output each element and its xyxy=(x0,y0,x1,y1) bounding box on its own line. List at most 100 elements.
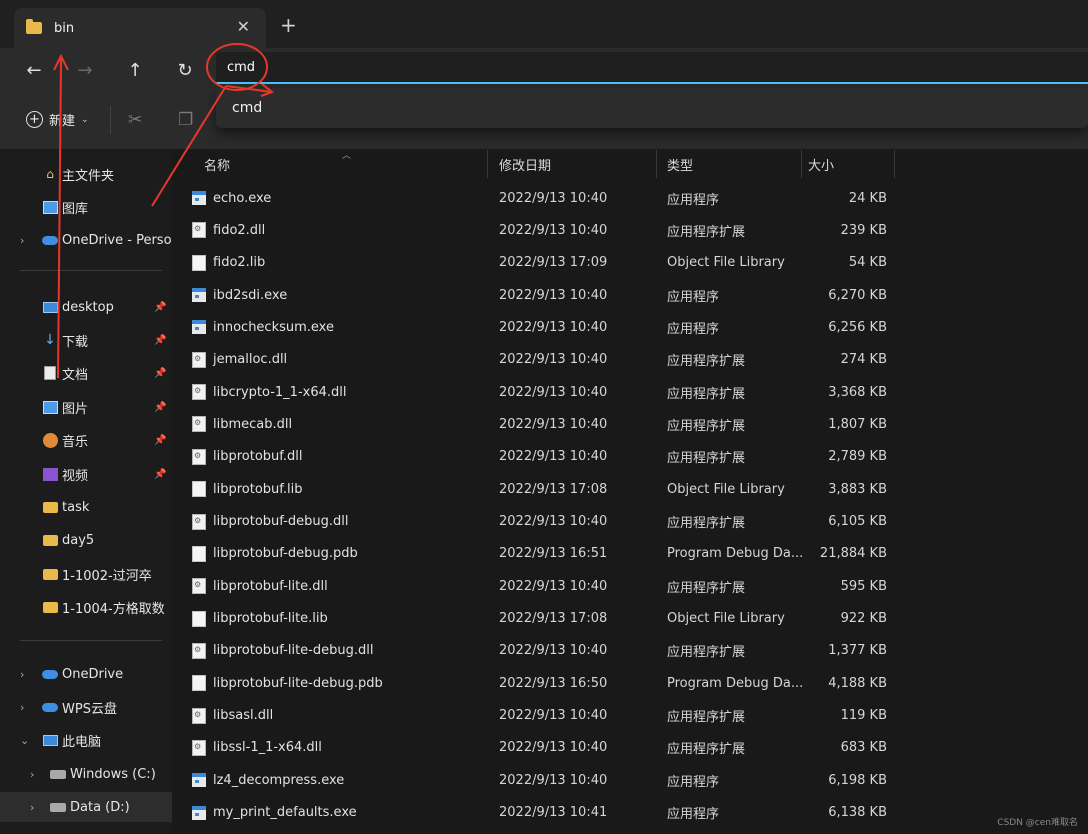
sidebar-item-drive-d[interactable]: › Data (D:) xyxy=(0,792,172,822)
file-date: 2022/9/13 10:40 xyxy=(499,384,608,400)
new-tab-button[interactable]: + xyxy=(280,13,297,37)
sidebar-item-gallery[interactable]: 图库 xyxy=(0,192,172,222)
file-row[interactable]: jemalloc.dll 2022/9/13 10:40 应用程序扩展 274 KB xyxy=(172,344,1088,376)
column-header-type[interactable]: 类型 xyxy=(667,150,693,178)
file-name: innochecksum.exe xyxy=(213,319,334,335)
column-divider[interactable] xyxy=(801,150,802,178)
gallery-icon xyxy=(42,200,58,214)
column-divider[interactable] xyxy=(894,150,895,178)
file-list: 名称 ︿ 修改日期 类型 大小 echo.exe 2022/9/13 10:40 应… xyxy=(172,150,1088,834)
desktop-icon xyxy=(42,300,58,314)
copy-icon[interactable]: ❐ xyxy=(178,110,193,130)
sidebar-item-desktop[interactable]: desktop 📌 xyxy=(0,292,172,322)
sidebar-item-day5[interactable]: day5 xyxy=(0,525,172,555)
tab-bin[interactable]: bin ✕ xyxy=(14,8,266,48)
file-row[interactable]: libprotobuf-debug.pdb 2022/9/13 16:51 Prog… xyxy=(172,538,1088,570)
sidebar-item-1-1004[interactable]: 1-1004-方格取数 xyxy=(0,592,172,622)
sidebar-item-home[interactable]: ⌂ 主文件夹 xyxy=(0,159,172,189)
address-bar-input[interactable]: cmd xyxy=(216,52,1088,84)
sidebar-item-task[interactable]: task xyxy=(0,492,172,522)
file-row[interactable]: libsasl.dll 2022/9/13 10:40 应用程序扩展 119 KB xyxy=(172,700,1088,732)
sidebar-item-this-pc[interactable]: ⌄ 此电脑 xyxy=(0,725,172,755)
file-row[interactable]: libcrypto-1_1-x64.dll 2022/9/13 10:40 应用程序… xyxy=(172,376,1088,408)
file-size: 54 KB xyxy=(848,255,887,271)
column-header-size[interactable]: 大小 xyxy=(808,150,834,178)
sidebar-item-onedrive-personal[interactable]: › OneDrive - Persor xyxy=(0,225,172,255)
sidebar-item-1-1002[interactable]: 1-1002-过河卒 xyxy=(0,559,172,589)
file-type: 应用程序扩展 xyxy=(667,516,746,531)
file-row[interactable]: my_print_defaults.exe 2022/9/13 10:41 应用程序… xyxy=(172,797,1088,829)
sidebar-item-documents[interactable]: 文档 📌 xyxy=(0,358,172,388)
cloud-drive-icon xyxy=(42,700,58,714)
file-date: 2022/9/13 10:40 xyxy=(499,319,608,335)
chevron-right-icon[interactable]: › xyxy=(20,668,24,681)
chevron-right-icon[interactable]: › xyxy=(20,701,24,714)
command-divider xyxy=(110,106,111,134)
file-name: jemalloc.dll xyxy=(213,352,288,368)
pin-icon: 📌 xyxy=(154,334,167,346)
sidebar-item-downloads[interactable]: ↓ 下载 📌 xyxy=(0,325,172,355)
file-row[interactable]: libmecab.dll 2022/9/13 10:40 应用程序扩展 1,807 K… xyxy=(172,408,1088,440)
exe-file-icon xyxy=(192,773,206,788)
file-name-cell: innochecksum.exe xyxy=(192,311,482,343)
tab-title: bin xyxy=(54,20,75,36)
file-row[interactable]: innochecksum.exe 2022/9/13 10:40 应用程序 6,256… xyxy=(172,311,1088,343)
column-header-date[interactable]: 修改日期 xyxy=(499,150,551,178)
dll-file-icon xyxy=(192,707,206,724)
chevron-right-icon[interactable]: › xyxy=(30,801,34,814)
file-size: 922 KB xyxy=(840,611,887,627)
column-divider[interactable] xyxy=(487,150,488,178)
back-button[interactable]: ← xyxy=(20,56,48,84)
sidebar-item-wps-cloud[interactable]: › WPS云盘 xyxy=(0,692,172,722)
file-name: libprotobuf-lite-debug.pdb xyxy=(213,675,383,691)
chevron-down-icon: ⌄ xyxy=(81,114,89,125)
file-row[interactable]: fido2.lib 2022/9/13 17:09 Object File Libr… xyxy=(172,247,1088,279)
file-row[interactable]: lz4_decompress.exe 2022/9/13 10:40 应用程序 6,1… xyxy=(172,764,1088,796)
address-suggestion-item[interactable]: cmd xyxy=(216,88,1088,128)
file-row[interactable]: libprotobuf-lite.lib 2022/9/13 17:08 Objec… xyxy=(172,603,1088,635)
file-row[interactable]: echo.exe 2022/9/13 10:40 应用程序 24 KB xyxy=(172,182,1088,214)
sidebar-item-videos[interactable]: 视频 📌 xyxy=(0,459,172,489)
sidebar-item-label: 图片 xyxy=(62,401,89,417)
forward-button[interactable]: → xyxy=(71,56,99,84)
refresh-button[interactable]: ↻ xyxy=(171,56,199,84)
sidebar-item-label: OneDrive xyxy=(62,666,124,682)
chevron-right-icon[interactable]: › xyxy=(30,768,34,781)
file-row[interactable]: libprotobuf-lite.dll 2022/9/13 10:40 应用程序扩… xyxy=(172,570,1088,602)
pin-icon: 📌 xyxy=(154,401,167,413)
cut-icon[interactable]: ✂ xyxy=(128,110,142,130)
file-size: 24 KB xyxy=(848,190,887,206)
file-date: 2022/9/13 16:51 xyxy=(499,546,608,562)
file-row[interactable]: libssl-1_1-x64.dll 2022/9/13 10:40 应用程序扩展 6… xyxy=(172,732,1088,764)
file-row[interactable]: ibd2sdi.exe 2022/9/13 10:40 应用程序 6,270 KB xyxy=(172,279,1088,311)
file-name-cell: libmecab.dll xyxy=(192,408,482,440)
file-name: libprotobuf-lite.lib xyxy=(213,611,328,627)
chevron-down-icon[interactable]: ⌄ xyxy=(20,734,29,747)
plus-circle-icon: + xyxy=(26,111,43,128)
sidebar-item-pictures[interactable]: 图片 📌 xyxy=(0,392,172,422)
navigation-bar: ← → ↑ ↻ cmd xyxy=(0,48,1088,92)
file-row[interactable]: fido2.dll 2022/9/13 10:40 应用程序扩展 239 KB xyxy=(172,214,1088,246)
sidebar-item-onedrive[interactable]: › OneDrive xyxy=(0,659,172,689)
sidebar-item-music[interactable]: 音乐 📌 xyxy=(0,425,172,455)
sidebar-item-drive-c[interactable]: › Windows (C:) xyxy=(0,759,172,789)
column-divider[interactable] xyxy=(656,150,657,178)
file-row[interactable]: libprotobuf-lite-debug.dll 2022/9/13 10:4… xyxy=(172,635,1088,667)
pin-icon: 📌 xyxy=(154,468,167,480)
file-type: Object File Library xyxy=(667,481,785,497)
new-button[interactable]: + 新建 ⌄ xyxy=(26,110,89,129)
new-button-label: 新建 xyxy=(49,114,76,129)
file-row[interactable]: libprotobuf.dll 2022/9/13 10:40 应用程序扩展 2,78… xyxy=(172,441,1088,473)
sidebar-item-label: WPS云盘 xyxy=(62,701,117,717)
file-name: libssl-1_1-x64.dll xyxy=(213,740,322,756)
file-row[interactable]: libprotobuf-lite-debug.pdb 2022/9/13 16:5… xyxy=(172,667,1088,699)
chevron-right-icon[interactable]: › xyxy=(20,234,24,247)
videos-icon xyxy=(42,467,58,481)
file-row[interactable]: libprotobuf-debug.dll 2022/9/13 10:40 应用程序… xyxy=(172,506,1088,538)
column-header-name[interactable]: 名称 xyxy=(204,150,230,178)
up-button[interactable]: ↑ xyxy=(121,56,149,84)
file-name: libprotobuf-debug.dll xyxy=(213,514,349,529)
file-row[interactable]: libprotobuf.lib 2022/9/13 17:08 Object Fil… xyxy=(172,473,1088,505)
close-tab-icon[interactable]: ✕ xyxy=(237,17,250,36)
file-date: 2022/9/13 10:40 xyxy=(499,449,608,465)
